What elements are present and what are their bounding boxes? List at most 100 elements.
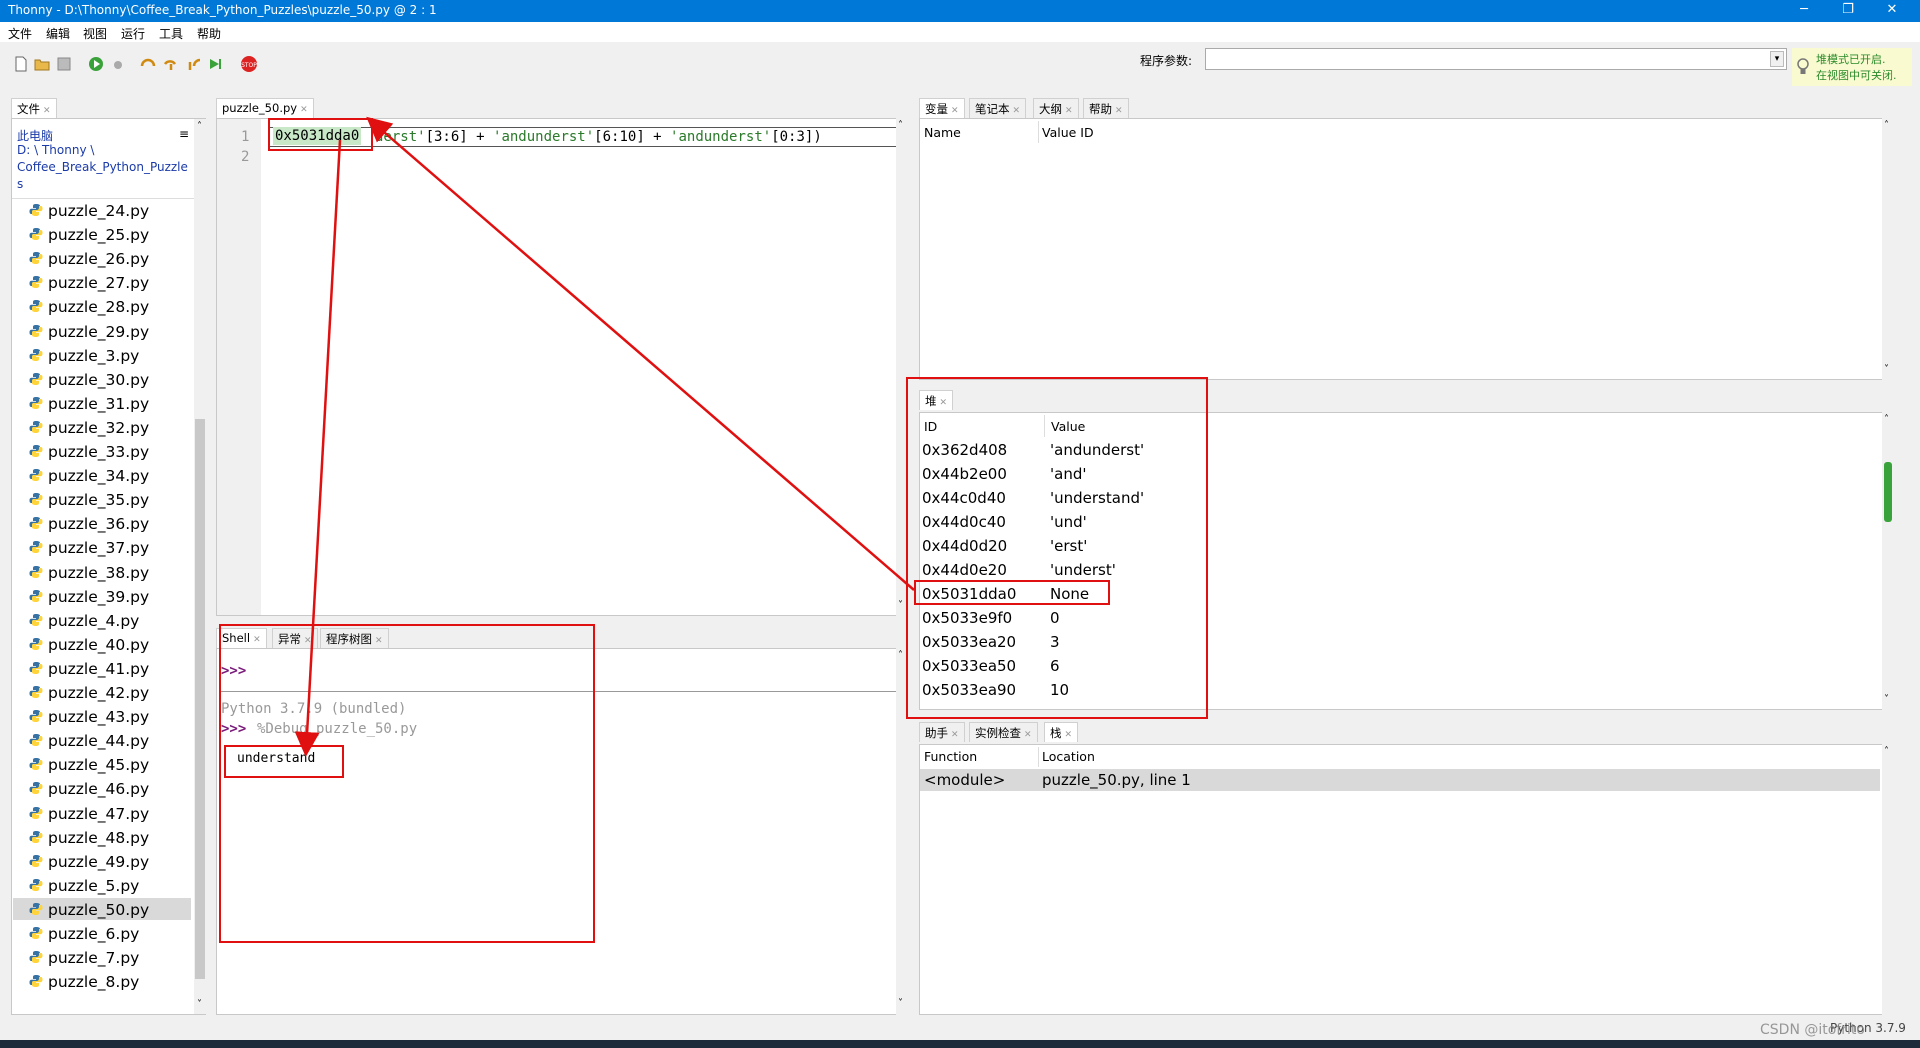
watermark: CSDN @itofrito: [1760, 1022, 1865, 1038]
file-item[interactable]: puzzle_42.py: [48, 684, 149, 708]
tab-help[interactable]: 帮助 ✕: [1083, 98, 1129, 118]
chevron-down-icon[interactable]: ˅: [898, 998, 903, 1009]
files-scrollbar[interactable]: ˄ ˅: [194, 119, 206, 1014]
file-item[interactable]: puzzle_34.py: [48, 467, 149, 491]
tab-notebook[interactable]: 笔记本 ✕: [969, 98, 1027, 118]
variables-scrollbar[interactable]: ˄ ˅: [1882, 118, 1894, 380]
file-item[interactable]: puzzle_50.py: [48, 901, 149, 925]
chevron-up-icon[interactable]: ˄: [1884, 120, 1889, 131]
python-file-icon: [29, 637, 43, 650]
file-item[interactable]: puzzle_47.py: [48, 805, 149, 829]
python-file-icon: [29, 324, 43, 337]
tab-variables[interactable]: 变量 ✕: [919, 98, 965, 118]
python-file-icon: [29, 782, 43, 795]
file-item[interactable]: puzzle_33.py: [48, 443, 149, 467]
file-item[interactable]: puzzle_40.py: [48, 636, 149, 660]
file-item[interactable]: puzzle_32.py: [48, 419, 149, 443]
chevron-up-icon[interactable]: ˄: [898, 650, 903, 661]
close-icon[interactable]: ✕: [951, 106, 959, 116]
file-item[interactable]: puzzle_44.py: [48, 732, 149, 756]
file-item[interactable]: puzzle_37.py: [48, 539, 149, 563]
chevron-down-icon[interactable]: ˅: [1884, 364, 1889, 375]
stack-row[interactable]: <module> puzzle_50.py, line 1: [920, 769, 1880, 791]
editor-panel[interactable]: 1 2 0x5031dda0 derst'[3:6] + 'andunderst…: [216, 118, 908, 616]
python-file-icon: [29, 300, 43, 313]
file-item[interactable]: puzzle_38.py: [48, 564, 149, 588]
notice-line2: 在视图中可关闭.: [1816, 69, 1897, 82]
python-file-icon: [29, 734, 43, 747]
file-item[interactable]: puzzle_3.py: [48, 347, 139, 371]
chevron-down-icon[interactable]: ˅: [197, 999, 202, 1010]
file-item[interactable]: puzzle_25.py: [48, 226, 149, 250]
chevron-down-icon[interactable]: ˅: [1884, 694, 1889, 705]
close-icon[interactable]: ✕: [300, 105, 308, 115]
close-icon[interactable]: ✕: [1065, 106, 1073, 116]
file-item[interactable]: puzzle_49.py: [48, 853, 149, 877]
file-item[interactable]: puzzle_30.py: [48, 371, 149, 395]
stack-row-location: puzzle_50.py, line 1: [1042, 771, 1191, 789]
tab-assistant[interactable]: 助手 ✕: [919, 722, 965, 742]
file-item[interactable]: puzzle_29.py: [48, 323, 149, 347]
file-item[interactable]: puzzle_6.py: [48, 925, 139, 949]
annotation-box-output: [224, 745, 344, 778]
close-icon[interactable]: ✕: [1013, 106, 1021, 116]
file-item[interactable]: puzzle_27.py: [48, 274, 149, 298]
python-file-icon: [29, 517, 43, 530]
file-item[interactable]: puzzle_48.py: [48, 829, 149, 853]
heap-scrollbar[interactable]: ˄ ˅: [1882, 412, 1894, 710]
stack-scrollbar[interactable]: ˄: [1882, 744, 1894, 1015]
tab-stack[interactable]: 栈 ✕: [1044, 722, 1079, 742]
scrollbar-thumb[interactable]: [195, 419, 205, 979]
close-icon[interactable]: ✕: [951, 730, 959, 740]
file-item[interactable]: puzzle_39.py: [48, 588, 149, 612]
file-item[interactable]: puzzle_43.py: [48, 708, 149, 732]
file-item[interactable]: puzzle_46.py: [48, 780, 149, 804]
python-file-icon: [29, 854, 43, 867]
stop-icon[interactable]: STOP: [240, 55, 258, 73]
python-file-icon: [29, 204, 43, 216]
svg-text:STOP: STOP: [241, 62, 257, 69]
python-file-icon: [29, 613, 43, 626]
python-file-icon: [29, 686, 43, 698]
menu-help[interactable]: 帮助: [197, 25, 221, 42]
program-args-input[interactable]: ▾: [1205, 48, 1787, 70]
chevron-up-icon[interactable]: ˄: [898, 120, 903, 131]
tab-outline[interactable]: 大纲 ✕: [1033, 98, 1079, 118]
python-file-icon: [29, 420, 43, 433]
maximize-button[interactable]: ❐: [1826, 0, 1870, 22]
file-item[interactable]: puzzle_8.py: [48, 973, 139, 997]
chevron-up-icon[interactable]: ˄: [1884, 414, 1889, 425]
file-item[interactable]: puzzle_26.py: [48, 250, 149, 274]
python-file-icon: [29, 951, 43, 964]
python-file-icon: [29, 541, 43, 554]
python-file-icon: [29, 348, 43, 361]
scrollbar-thumb[interactable]: [1884, 462, 1892, 522]
close-button[interactable]: ✕: [1870, 0, 1914, 22]
file-item[interactable]: puzzle_36.py: [48, 515, 149, 539]
file-item[interactable]: puzzle_4.py: [48, 612, 139, 636]
close-icon[interactable]: ✕: [1115, 106, 1123, 116]
file-item[interactable]: puzzle_28.py: [48, 298, 149, 322]
file-item[interactable]: puzzle_35.py: [48, 491, 149, 515]
tab-puzzle-50[interactable]: puzzle_50.py ✕: [216, 98, 314, 118]
minimize-button[interactable]: ─: [1782, 0, 1826, 22]
file-item[interactable]: puzzle_31.py: [48, 395, 149, 419]
chevron-down-icon[interactable]: ˅: [898, 600, 903, 611]
code-slice-1: [3:6] +: [425, 129, 494, 145]
close-icon[interactable]: ✕: [1065, 730, 1073, 740]
chevron-up-icon[interactable]: ˄: [197, 121, 202, 132]
tab-stack-label: 栈: [1050, 726, 1062, 740]
annotation-box-heap-row: [914, 580, 1110, 605]
resume-icon[interactable]: [207, 56, 223, 72]
chevron-down-icon[interactable]: ▾: [1770, 51, 1784, 67]
chevron-up-icon[interactable]: ˄: [1884, 746, 1889, 757]
python-file-icon: [29, 228, 43, 241]
file-item[interactable]: puzzle_7.py: [48, 949, 139, 973]
file-item[interactable]: puzzle_41.py: [48, 660, 149, 684]
python-file-icon: [29, 758, 43, 771]
tab-object-inspector[interactable]: 实例检查 ✕: [969, 722, 1038, 742]
file-item[interactable]: puzzle_45.py: [48, 756, 149, 780]
file-item[interactable]: puzzle_24.py: [48, 202, 149, 226]
python-file-icon: [29, 445, 43, 457]
close-icon[interactable]: ✕: [1024, 730, 1032, 740]
